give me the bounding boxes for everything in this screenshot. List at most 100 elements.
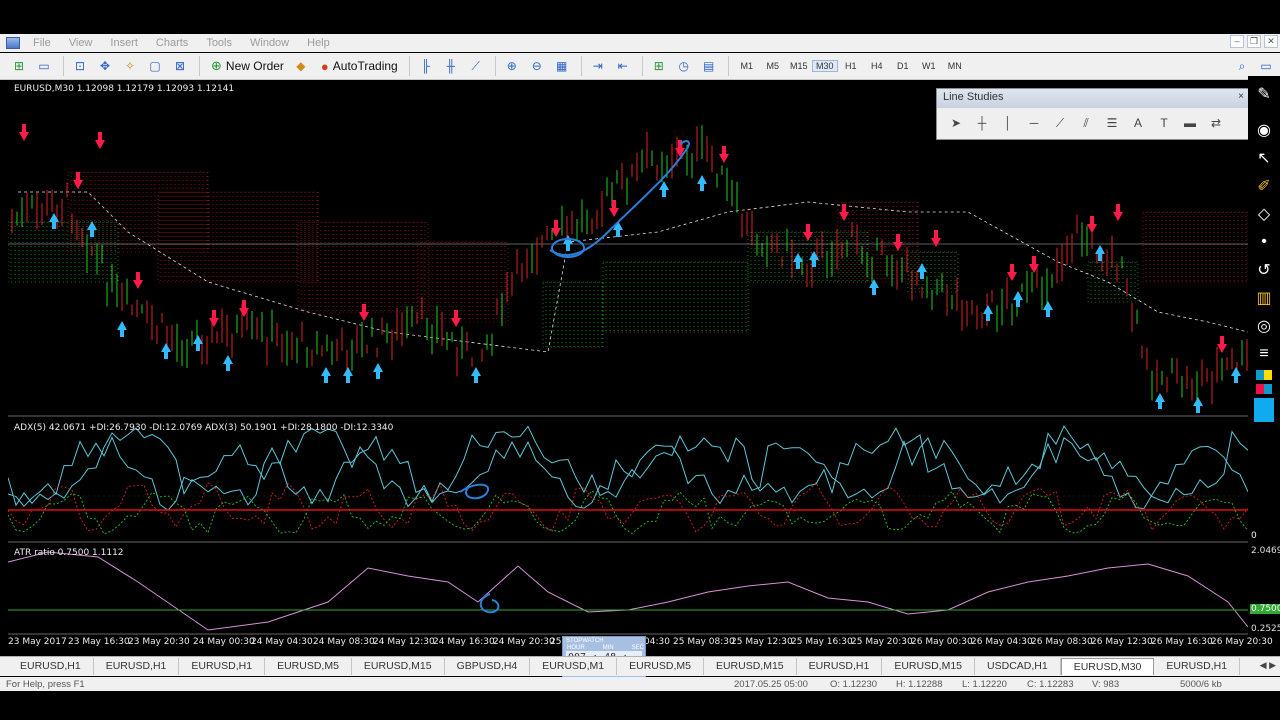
buy-arrow [321, 367, 331, 376]
new-order-button[interactable]: ⊕ New Order [205, 55, 290, 77]
sell-arrow [133, 280, 143, 289]
periods-icon[interactable]: ◷ [673, 56, 695, 76]
chart-tab[interactable]: EURUSD,M5 [617, 658, 704, 675]
timeframe-w1[interactable]: W1 [916, 61, 942, 71]
bar-chart-icon[interactable]: ╟ [415, 56, 437, 76]
text-icon[interactable]: A [1125, 116, 1151, 130]
sell-arrow-stem [1220, 336, 1224, 344]
timeframe-h4[interactable]: H4 [864, 61, 890, 71]
selected-color-swatch[interactable] [1254, 398, 1274, 422]
menu-icon[interactable]: ≡ [1252, 342, 1276, 366]
eraser-icon[interactable]: ◇ [1252, 202, 1276, 226]
restore-button[interactable]: ❐ [1247, 35, 1261, 48]
chart-tab[interactable]: EURUSD,M15 [882, 658, 976, 675]
undo-icon[interactable]: ↺ [1252, 258, 1276, 282]
chart-tab[interactable]: EURUSD,M30 [1060, 658, 1155, 675]
rectangle-icon[interactable]: ▬ [1177, 116, 1203, 130]
timeframe-mn[interactable]: MN [942, 61, 968, 71]
trendline-icon[interactable]: ⟋ [1047, 116, 1073, 131]
menu-help[interactable]: Help [298, 37, 339, 49]
metaeditor-icon[interactable]: ◆ [290, 56, 312, 76]
chart-tab[interactable]: EURUSD,M1 [530, 658, 618, 675]
chart-tab[interactable]: GBPUSD,H4 [445, 658, 531, 675]
navigator-icon[interactable]: ✥ [94, 56, 116, 76]
vertical-line-icon[interactable]: │ [995, 116, 1021, 130]
tester-icon[interactable]: ⊠ [169, 56, 191, 76]
chart-tab[interactable]: EURUSD,H1 [8, 658, 94, 675]
timeframe-m5[interactable]: M5 [760, 61, 786, 71]
menu-tools[interactable]: Tools [197, 37, 241, 49]
templates-icon[interactable]: ▤ [698, 56, 720, 76]
minimize-button[interactable]: – [1230, 35, 1244, 48]
chat-icon[interactable]: ▭ [1255, 56, 1277, 76]
line-chart-icon[interactable]: ⟋ [465, 56, 487, 76]
clear-icon[interactable]: ▥ [1252, 286, 1276, 310]
arrow-dropdown-icon[interactable]: ⇄ [1203, 116, 1229, 130]
menu-view[interactable]: View [60, 37, 102, 49]
eye-icon[interactable]: ◉ [1252, 118, 1276, 142]
tab-scroll-arrows[interactable]: ◀ ▶ [1260, 660, 1276, 671]
fibonacci-icon[interactable]: ☰ [1099, 116, 1125, 130]
chart-window[interactable]: EURUSD,M30 1.12098 1.12179 1.12093 1.121… [8, 82, 1273, 654]
close-button[interactable]: ✕ [1264, 35, 1278, 48]
zoom-in-icon[interactable]: ⊕ [501, 56, 523, 76]
menu-file[interactable]: File [24, 37, 60, 49]
sell-arrow-stem [22, 124, 26, 132]
close-icon[interactable]: × [1238, 91, 1244, 102]
tile-windows-icon[interactable]: ▦ [551, 56, 573, 76]
time-axis-label: 26 May 08:30 [1031, 637, 1093, 647]
buy-arrow-stem [1158, 402, 1162, 409]
toolbar-separator [494, 56, 496, 76]
chart-canvas[interactable] [8, 82, 1248, 654]
terminal-icon[interactable]: ▢ [144, 56, 166, 76]
market-watch-icon[interactable]: ⊡ [69, 56, 91, 76]
chart-tab[interactable]: EURUSD,M15 [704, 658, 797, 675]
autotrading-button[interactable]: ● AutoTrading [315, 55, 404, 77]
menu-charts[interactable]: Charts [147, 37, 197, 49]
chart-tab[interactable]: EURUSD,H1 [1154, 658, 1241, 675]
crosshair-icon[interactable]: ┼ [969, 116, 995, 130]
color-palette-icon[interactable] [1256, 370, 1272, 380]
timeframe-m15[interactable]: M15 [786, 61, 812, 71]
horizontal-line-icon[interactable]: ─ [1021, 116, 1047, 130]
menu-insert[interactable]: Insert [101, 37, 147, 49]
timeframe-h1[interactable]: H1 [838, 61, 864, 71]
camera-icon[interactable]: ◎ [1252, 314, 1276, 338]
chart-tab[interactable]: USDCAD,H1 [975, 658, 1061, 675]
new-chart-icon[interactable]: ⊞ [8, 56, 30, 76]
line-studies-titlebar[interactable]: Line Studies × [937, 89, 1249, 108]
pen-icon[interactable]: ✎ [1252, 82, 1276, 106]
sell-arrow [359, 312, 369, 321]
chart-tab[interactable]: EURUSD,H1 [94, 658, 180, 675]
menu-window[interactable]: Window [241, 37, 298, 49]
zoom-out-icon[interactable]: ⊖ [526, 56, 548, 76]
indicators-icon[interactable]: ⊞ [648, 56, 670, 76]
chart-shift-icon[interactable]: ⇥ [587, 56, 609, 76]
pointer-icon[interactable]: ↖ [1252, 146, 1276, 170]
cursor-icon[interactable]: ➤ [943, 116, 969, 130]
timeframe-d1[interactable]: D1 [890, 61, 916, 71]
chart-tab[interactable]: EURUSD,H1 [797, 658, 883, 675]
timeframe-m30[interactable]: M30 [811, 60, 838, 72]
buy-arrow [373, 363, 383, 372]
time-axis-label: 23 May 16:30 [68, 637, 130, 647]
buy-arrow-stem [1234, 376, 1238, 383]
chart-tab[interactable]: EURUSD,M15 [352, 658, 445, 675]
dot-icon[interactable]: • [1252, 230, 1276, 254]
buy-arrow [917, 263, 927, 272]
sell-arrow [451, 318, 461, 327]
chart-tab[interactable]: EURUSD,M5 [265, 658, 352, 675]
data-window-icon[interactable]: ✧ [119, 56, 141, 76]
status-volume: V: 983 [1092, 679, 1120, 690]
profiles-icon[interactable]: ▭ [33, 56, 55, 76]
sell-arrow [839, 212, 849, 221]
equidistant-channel-icon[interactable]: ⫽ [1073, 116, 1099, 131]
color-palette-icon-2[interactable] [1256, 384, 1272, 394]
highlighter-icon[interactable]: ✐ [1252, 174, 1276, 198]
timeframe-m1[interactable]: M1 [734, 61, 760, 71]
candlestick-icon[interactable]: ╫ [440, 56, 462, 76]
autoscroll-icon[interactable]: ⇤ [612, 56, 634, 76]
text-label-icon[interactable]: T [1151, 116, 1177, 130]
search-icon[interactable]: ⌕ [1231, 56, 1253, 76]
chart-tab[interactable]: EURUSD,H1 [179, 658, 266, 675]
